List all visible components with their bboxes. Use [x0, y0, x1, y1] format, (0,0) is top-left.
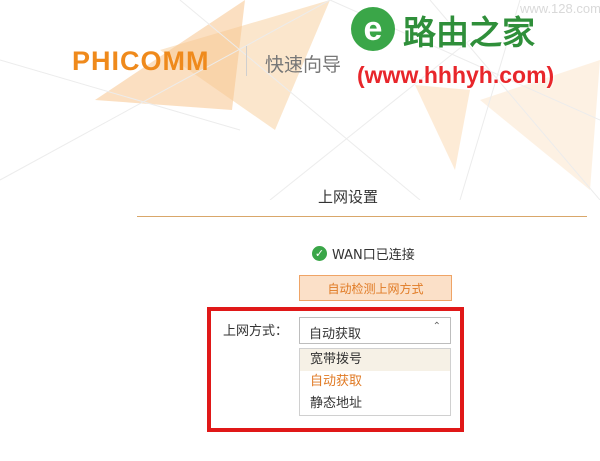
check-circle-icon: ✓ [312, 246, 327, 261]
watermark-url: (www.hhhyh.com) [357, 62, 555, 88]
watermark-brand: 路由之家 [403, 13, 535, 52]
watermark-logo-icon: e [351, 7, 395, 51]
wan-status-text: WAN口已连接 [332, 248, 415, 263]
wan-status: ✓ WAN口已连接 [312, 244, 415, 263]
section-title: 上网设置 [318, 188, 379, 206]
auto-detect-button[interactable]: 自动检测上网方式 [299, 275, 452, 301]
annotation-highlight-frame [207, 307, 464, 432]
site-watermark: www.128.com e 路由之家 (www.hhhyh.com) [345, 0, 600, 100]
section-divider [137, 216, 587, 217]
